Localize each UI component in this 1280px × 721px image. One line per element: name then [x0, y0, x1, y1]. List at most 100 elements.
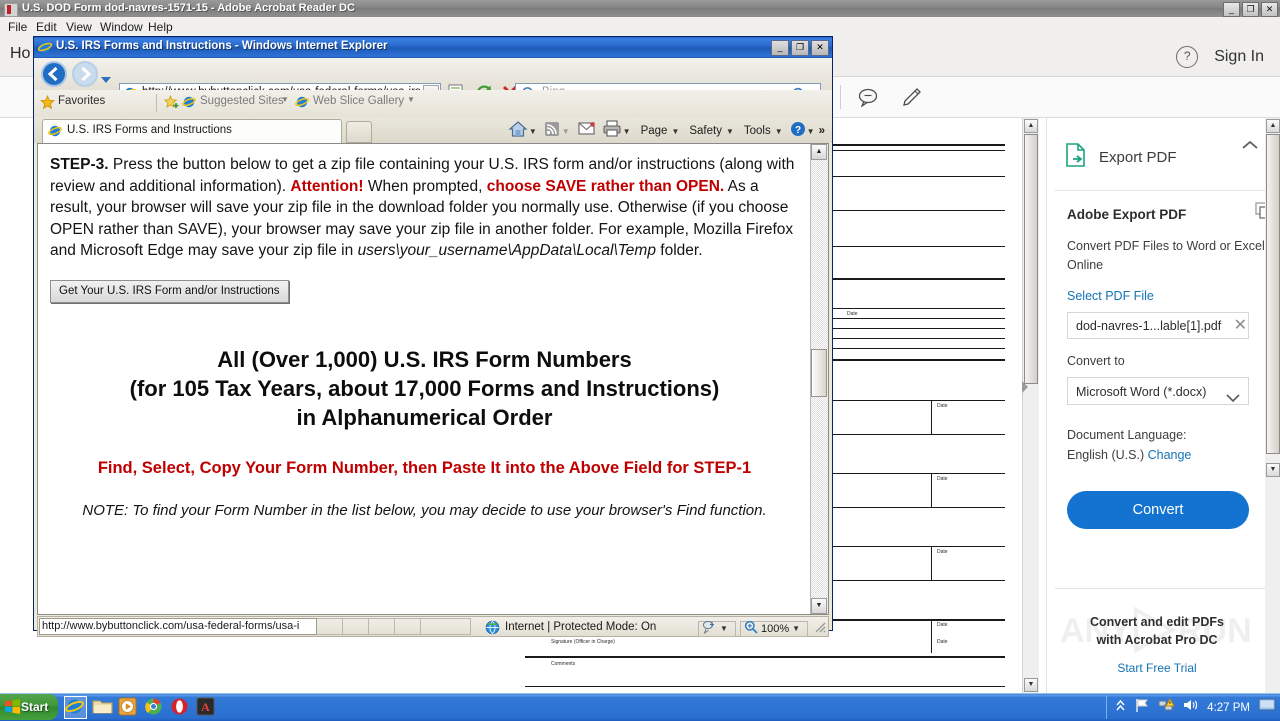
taskbar-clock[interactable]: 4:27 PM [1207, 702, 1250, 714]
feeds-caret-icon[interactable]: ▼ [562, 127, 570, 136]
headline-line-1: All (Over 1,000) U.S. IRS Form Numbers [217, 346, 632, 372]
highlight-pen-icon[interactable] [900, 87, 922, 112]
printer-icon[interactable] [602, 120, 622, 142]
page-caret-icon[interactable]: ▼ [671, 127, 679, 136]
sign-in-button[interactable]: Sign In [1214, 48, 1264, 66]
zoom-level-button[interactable]: 100% ▼ [740, 620, 808, 637]
page-scroll-down-arrow-icon[interactable]: ▼ [811, 598, 827, 614]
media-player-icon[interactable] [118, 697, 139, 718]
rss-feeds-icon[interactable] [543, 120, 561, 143]
windows-taskbar: Start A 4:27 PM [0, 693, 1280, 721]
acrobat-minimize-button[interactable]: _ [1223, 2, 1240, 17]
home-icon[interactable] [508, 120, 528, 143]
menu-item-help[interactable]: Help [148, 20, 173, 34]
acrobat-close-button[interactable]: ✕ [1261, 2, 1278, 17]
tools-menu-button[interactable]: Tools [741, 125, 774, 137]
opera-icon[interactable] [170, 697, 191, 718]
export-panel-scrollbar[interactable]: ▲ ▼ [1265, 118, 1280, 693]
command-bar-overflow-button[interactable]: » [816, 125, 828, 137]
help-circle-icon[interactable]: ? [1176, 46, 1199, 68]
close-x-icon[interactable]: ✕ [1234, 315, 1247, 337]
favorites-button[interactable]: Favorites [58, 95, 105, 107]
ie-navigation-bar: http://www.bybuttonclick.com/usa-federal… [34, 58, 832, 103]
convert-to-select[interactable]: Microsoft Word (*.docx) [1067, 377, 1249, 405]
page-scrollbar-thumb[interactable] [811, 349, 827, 397]
menu-item-file[interactable]: File [8, 20, 27, 34]
select-pdf-file-link[interactable]: Select PDF File [1067, 289, 1267, 303]
print-caret-icon[interactable]: ▼ [623, 127, 631, 136]
back-arrow-icon[interactable] [41, 61, 67, 87]
safety-caret-icon[interactable]: ▼ [726, 127, 734, 136]
ie-maximize-button[interactable]: ❐ [791, 40, 809, 56]
new-tab-button[interactable] [346, 121, 372, 143]
panel-scroll-down-arrow-icon[interactable]: ▼ [1266, 463, 1280, 477]
acrobat-title-bar: U.S. DOD Form dod-navres-1571-15 - Adobe… [0, 0, 1280, 17]
convert-button[interactable]: Convert [1067, 491, 1249, 529]
panel-scrollbar-thumb[interactable] [1266, 134, 1280, 454]
mail-icon[interactable] [578, 121, 596, 141]
volume-icon[interactable] [1183, 698, 1199, 717]
menu-item-window[interactable]: Window [100, 20, 143, 34]
ie-close-button[interactable]: ✕ [811, 40, 829, 56]
tab-irs-forms[interactable]: U.S. IRS Forms and Instructions [42, 119, 342, 143]
start-button[interactable]: Start [0, 694, 58, 720]
safety-menu-button[interactable]: Safety [686, 125, 725, 137]
security-zone-status[interactable]: Internet | Protected Mode: On [485, 619, 656, 636]
suggested-sites-icon[interactable] [182, 95, 196, 109]
zoom-level-text: 100% [761, 622, 790, 635]
chevron-up-icon[interactable] [1241, 138, 1259, 156]
resize-grip-icon[interactable] [812, 619, 826, 638]
web-slice-gallery-button[interactable]: Web Slice Gallery [313, 95, 404, 107]
start-free-trial-link[interactable]: Start Free Trial [1047, 661, 1267, 675]
pdf-vertical-scrollbar[interactable]: ▲ ▼ [1022, 118, 1039, 693]
collapse-right-pane-icon[interactable] [1021, 380, 1029, 396]
suggested-sites-button[interactable]: Suggested Sites [200, 95, 284, 107]
flag-action-center-icon[interactable] [1134, 698, 1150, 718]
recent-pages-chevron-down-icon[interactable] [100, 71, 112, 89]
export-pdf-panel-body: Adobe Export PDF Convert PDF Files to Wo… [1067, 202, 1271, 529]
star-icon[interactable] [40, 94, 55, 110]
chrome-icon[interactable] [144, 697, 165, 718]
help-caret-icon[interactable]: ▼ [807, 127, 815, 136]
tools-caret-icon[interactable]: ▼ [775, 127, 783, 136]
selected-pdf-file-field[interactable]: dod-navres-1...lable[1].pdf ✕ [1067, 312, 1249, 339]
help-circle-icon[interactable]: ? [790, 121, 806, 142]
web-slice-gallery-icon[interactable] [295, 95, 309, 109]
svg-text:A: A [201, 700, 210, 714]
pdf-field-label: Comments [551, 661, 576, 667]
menu-item-edit[interactable]: Edit [36, 20, 57, 34]
page-scroll-up-arrow-icon[interactable]: ▲ [811, 144, 827, 160]
export-pdf-panel-header[interactable]: Export PDF [1047, 130, 1267, 184]
folder-icon[interactable] [92, 697, 113, 718]
suggested-sites-caret-icon[interactable]: ▼ [281, 95, 289, 104]
change-language-link[interactable]: Change [1148, 448, 1192, 462]
privacy-caret-icon[interactable]: ▼ [720, 624, 728, 633]
add-to-favorites-icon[interactable] [163, 94, 180, 110]
comment-icon[interactable] [858, 87, 880, 112]
chevron-down-icon[interactable] [1226, 385, 1240, 413]
get-irs-form-button[interactable]: Get Your U.S. IRS Form and/or Instructio… [50, 279, 289, 303]
scroll-up-arrow-icon[interactable]: ▲ [1024, 119, 1038, 133]
zoom-caret-icon[interactable]: ▼ [792, 624, 800, 633]
pdf-scrollbar-thumb[interactable] [1024, 134, 1038, 384]
page-menu-button[interactable]: Page [638, 125, 671, 137]
web-slice-caret-icon[interactable]: ▼ [407, 95, 415, 104]
acrobat-top-right-controls: ? Sign In [1176, 46, 1264, 68]
menu-item-view[interactable]: View [66, 20, 92, 34]
privacy-settings-button[interactable]: ▼ [698, 620, 736, 637]
forward-arrow-icon[interactable] [72, 61, 98, 87]
page-vertical-scrollbar[interactable]: ▲ ▼ [810, 144, 828, 614]
ie-minimize-button[interactable]: _ [771, 40, 789, 56]
acrobat-maximize-button[interactable]: ❐ [1242, 2, 1259, 17]
show-hidden-icons-arrow[interactable] [1115, 699, 1126, 717]
panel-scroll-up-arrow-icon[interactable]: ▲ [1266, 119, 1280, 133]
internet-explorer-icon[interactable] [64, 696, 87, 719]
home-caret-icon[interactable]: ▼ [529, 127, 537, 136]
acrobat-reader-icon[interactable]: A [196, 697, 217, 718]
convert-to-value: Microsoft Word (*.docx) [1076, 385, 1207, 399]
scroll-down-arrow-icon[interactable]: ▼ [1024, 678, 1038, 692]
acrobat-home-tab[interactable]: Ho [10, 45, 30, 63]
internet-explorer-icon [48, 124, 62, 143]
network-warning-icon[interactable] [1158, 697, 1176, 718]
show-desktop-icon[interactable] [1258, 698, 1276, 717]
